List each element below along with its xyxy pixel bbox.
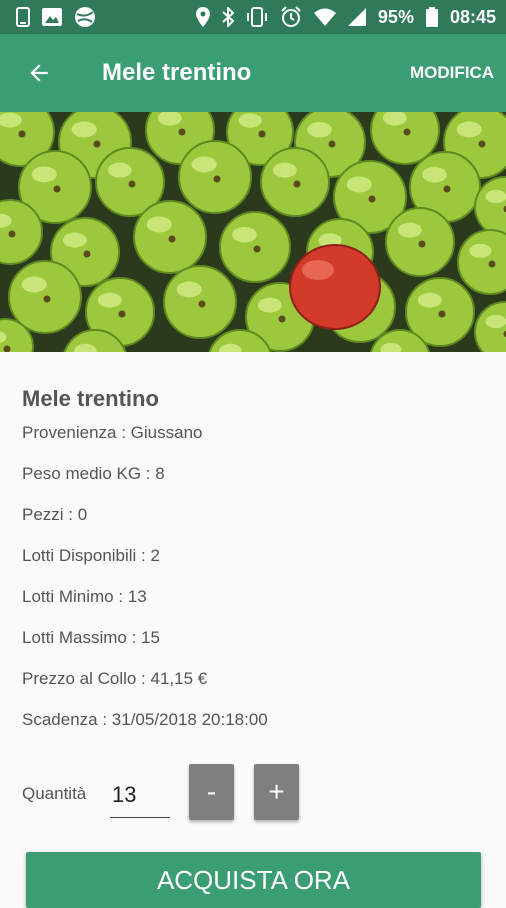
vibrate-icon	[246, 7, 268, 27]
clock: 08:45	[450, 7, 496, 28]
page-title: Mele trentino	[102, 59, 410, 87]
quantity-input[interactable]	[110, 772, 170, 818]
increment-button[interactable]: +	[254, 764, 299, 820]
signal-icon	[348, 8, 366, 26]
scadenza-text: Scadenza : 31/05/2018 20:18:00	[22, 699, 492, 740]
edit-button[interactable]: MODIFICA	[410, 63, 506, 83]
battery-icon	[426, 7, 438, 27]
status-bar: 95% 08:45	[0, 0, 506, 34]
decrement-button[interactable]: -	[189, 764, 234, 820]
wifi-icon	[314, 8, 336, 26]
back-button[interactable]	[0, 34, 78, 112]
product-image	[0, 112, 506, 352]
quantity-label: Quantità	[22, 784, 86, 804]
ball-icon	[74, 6, 96, 28]
pezzi-text: Pezzi : 0	[22, 494, 492, 535]
image-icon	[42, 8, 62, 26]
phone-icon	[16, 7, 30, 27]
lotti-massimo-text: Lotti Massimo : 15	[22, 617, 492, 658]
lotti-minimo-text: Lotti Minimo : 13	[22, 576, 492, 617]
provenienza-text: Provenienza : Giussano	[22, 412, 492, 453]
prezzo-text: Prezzo al Collo : 41,15 €	[22, 658, 492, 699]
lotti-disponibili-text: Lotti Disponibili : 2	[22, 535, 492, 576]
product-details: Mele trentino Provenienza : Giussano Pes…	[22, 352, 492, 740]
peso-text: Peso medio KG : 8	[22, 453, 492, 494]
arrow-back-icon	[26, 60, 52, 86]
product-name: Mele trentino	[22, 386, 492, 412]
location-icon	[196, 7, 210, 27]
apples-photo	[0, 112, 506, 352]
bluetooth-icon	[222, 7, 234, 27]
quantity-stepper: Quantità - +	[22, 762, 492, 822]
battery-percent: 95%	[378, 7, 414, 28]
alarm-icon	[280, 6, 302, 28]
app-bar: Mele trentino MODIFICA	[0, 34, 506, 112]
